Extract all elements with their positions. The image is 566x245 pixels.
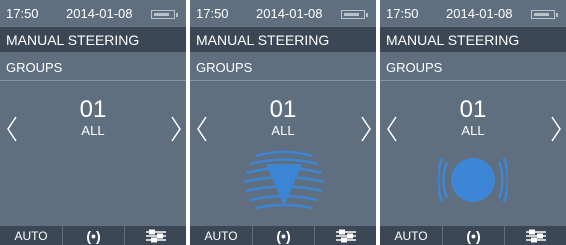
section-label: GROUPS [6,60,63,75]
bottom-bar: AUTO (•) [380,226,566,245]
group-number: 01 [459,96,487,123]
section-label: GROUPS [196,60,253,75]
center-target-icon [438,157,508,203]
screen-title: MANUAL STEERING [196,32,330,48]
chevron-right-icon[interactable] [170,116,182,142]
chevron-right-icon[interactable] [550,116,562,142]
chevron-right-icon[interactable] [360,116,372,142]
battery-icon [151,10,178,19]
status-bar: 17:50 2014-01-08 [190,0,376,27]
group-number: 01 [79,96,107,123]
clock: 17:50 [6,6,39,21]
battery-icon [341,10,368,19]
status-bar: 17:50 2014-01-08 [0,0,186,27]
section-label: GROUPS [386,60,443,75]
device-screen-1: 17:50 2014-01-08 MANUAL STEERING GROUPS … [0,0,186,245]
clock: 17:50 [386,6,419,21]
sliders-icon [145,229,166,242]
group-name: ALL [81,123,105,138]
date: 2014-01-08 [256,6,323,21]
date: 2014-01-08 [66,6,133,21]
group-number: 01 [269,96,297,123]
clock: 17:50 [196,6,229,21]
device-screen-2: 17:50 2014-01-08 MANUAL STEERING GROUPS … [190,0,376,245]
steer-down-icon [243,150,325,210]
group-name: ALL [461,123,485,138]
auto-label: AUTO [394,228,428,243]
status-bar: 17:50 2014-01-08 [380,0,566,27]
sliders-icon [525,229,546,242]
divider [0,80,186,81]
date: 2014-01-08 [446,6,513,21]
screen-title: MANUAL STEERING [6,32,140,48]
auto-button[interactable]: AUTO [190,226,252,245]
bottom-bar: AUTO (•) [190,226,376,245]
title-bar: MANUAL STEERING [0,27,186,52]
group-name: ALL [271,123,295,138]
target-button[interactable]: (•) [253,226,314,245]
auto-button[interactable]: AUTO [380,226,442,245]
auto-label: AUTO [204,228,238,243]
settings-button[interactable] [125,226,186,245]
title-bar: MANUAL STEERING [380,27,566,52]
sliders-icon [335,229,356,242]
battery-icon [531,10,558,19]
settings-button[interactable] [315,226,376,245]
settings-button[interactable] [505,226,566,245]
title-bar: MANUAL STEERING [190,27,376,52]
target-icon: (•) [86,227,101,244]
device-screen-3: 17:50 2014-01-08 MANUAL STEERING GROUPS … [380,0,566,245]
bottom-bar: AUTO (•) [0,226,186,245]
auto-button[interactable]: AUTO [0,226,62,245]
target-button[interactable]: (•) [63,226,124,245]
target-icon: (•) [466,227,481,244]
divider [190,80,376,81]
auto-label: AUTO [14,228,48,243]
divider [380,80,566,81]
target-icon: (•) [276,227,291,244]
screen-title: MANUAL STEERING [386,32,520,48]
target-button[interactable]: (•) [443,226,504,245]
